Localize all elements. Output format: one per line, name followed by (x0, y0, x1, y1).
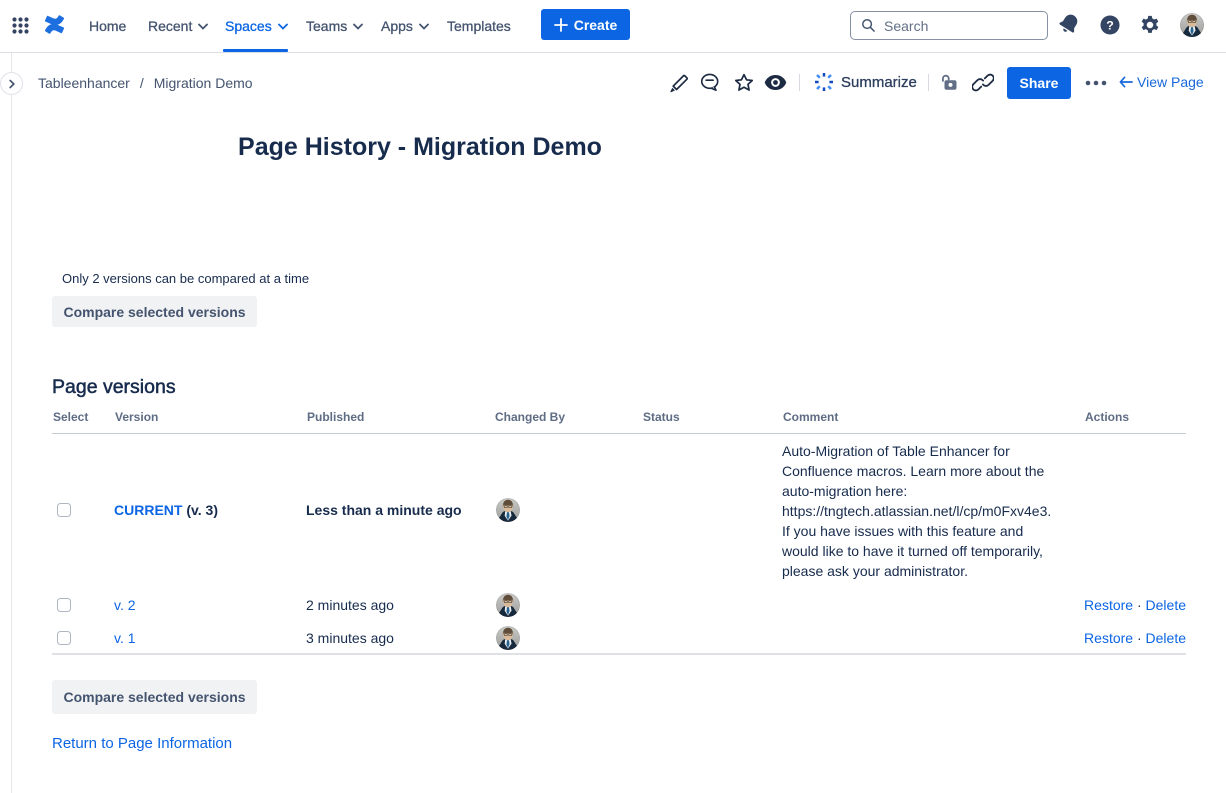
svg-text:?: ? (1106, 18, 1114, 32)
